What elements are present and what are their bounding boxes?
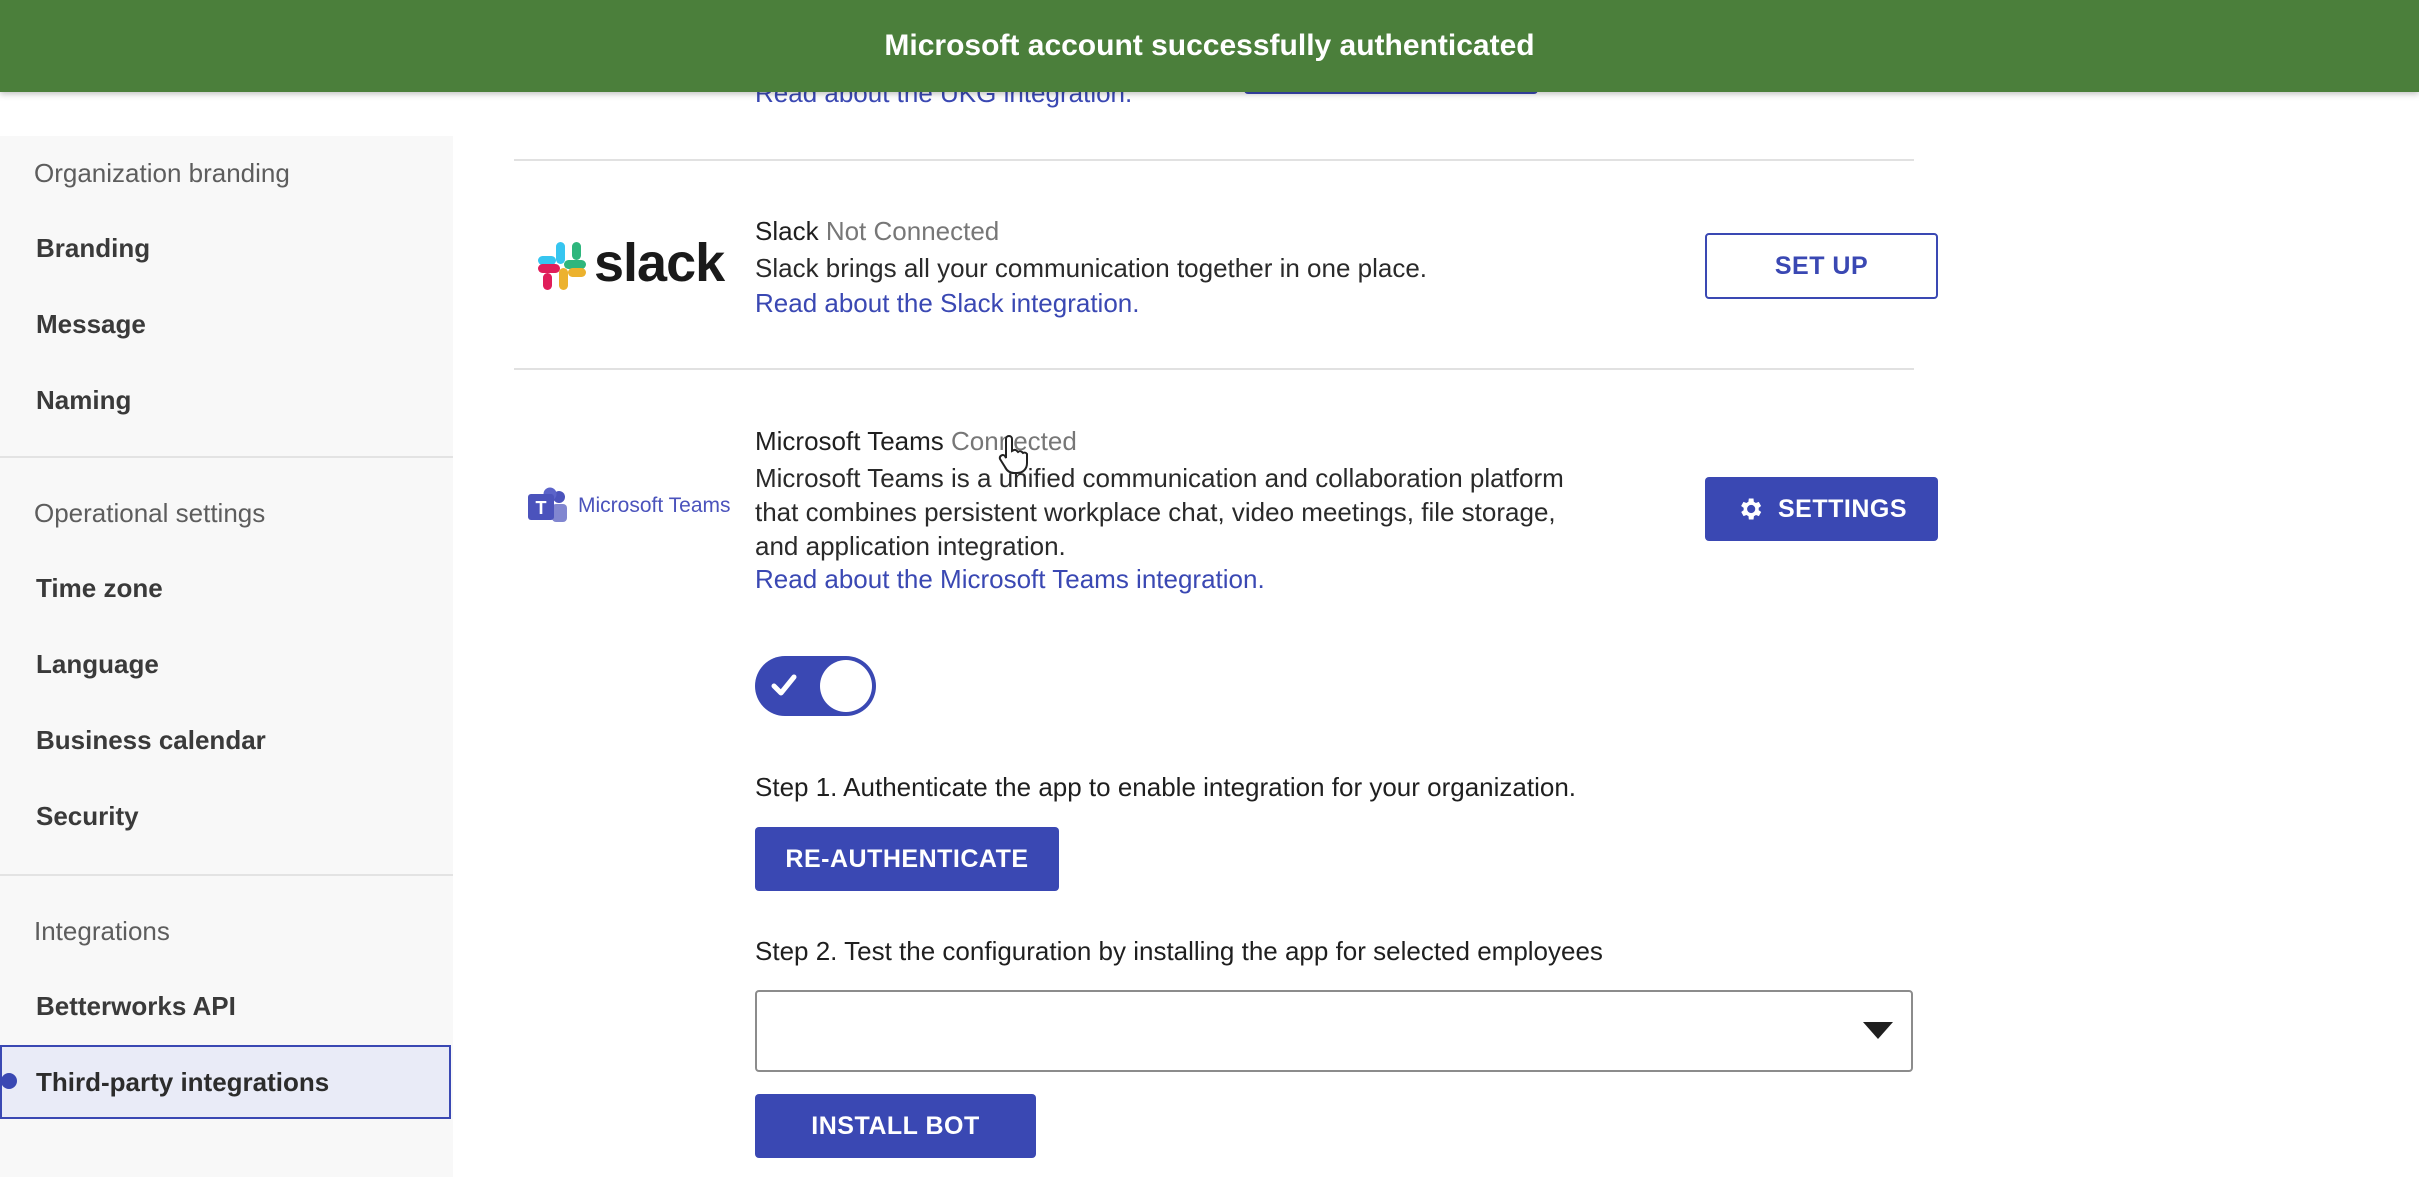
sidebar-item-naming[interactable]: Naming: [36, 385, 131, 416]
slack-logo: slack: [536, 233, 726, 294]
sidebar-divider: [0, 456, 453, 458]
teams-description-line: and application integration.: [755, 531, 1066, 561]
install-bot-button[interactable]: INSTALL BOT: [755, 1094, 1036, 1158]
slack-integration-link[interactable]: Read about the Slack integration.: [755, 288, 1139, 319]
sidebar-item-betterworks-api[interactable]: Betterworks API: [36, 991, 236, 1022]
slack-name: Slack: [755, 216, 819, 246]
sidebar-item-business-calendar[interactable]: Business calendar: [36, 725, 266, 756]
sidebar-group-operational-settings: Operational settings: [34, 498, 266, 528]
re-authenticate-button[interactable]: RE-AUTHENTICATE: [755, 827, 1059, 891]
settings-button-label: SETTINGS: [1777, 494, 1907, 523]
hand-cursor-icon: [998, 435, 1028, 474]
slack-wordmark: slack: [594, 233, 725, 293]
sidebar: Organization branding Branding Message N…: [0, 136, 453, 1177]
svg-text:T: T: [536, 498, 547, 518]
teams-name: Microsoft Teams: [755, 426, 944, 456]
slack-status: Not Connected: [825, 216, 1000, 246]
gear-icon: [1741, 498, 1762, 520]
employee-select[interactable]: [755, 990, 1913, 1072]
teams-settings-button[interactable]: SETTINGS: [1705, 477, 1938, 541]
step-1-text: Step 1. Authenticate the app to enable i…: [755, 772, 1577, 802]
caret-down-icon: [1863, 1022, 1893, 1039]
slack-description: Slack brings all your communication toge…: [755, 253, 1428, 283]
section-divider: [514, 368, 1914, 370]
sidebar-divider: [0, 874, 453, 876]
sidebar-item-label: Third-party integrations: [36, 1067, 330, 1097]
slack-title-row: Slack Not Connected: [755, 216, 999, 247]
sidebar-item-time-zone[interactable]: Time zone: [36, 573, 163, 604]
teams-description: Microsoft Teams is a unified communicati…: [755, 461, 1564, 563]
microsoft-teams-icon: T: [528, 487, 567, 522]
microsoft-teams-wordmark: Microsoft Teams: [578, 494, 731, 517]
checkmark-icon: [771, 674, 797, 696]
sidebar-item-language[interactable]: Language: [36, 649, 159, 680]
toast-message: Microsoft account successfully authentic…: [884, 29, 1535, 62]
sidebar-item-message[interactable]: Message: [36, 309, 146, 340]
toggle-knob: [820, 660, 872, 712]
teams-enable-toggle[interactable]: [755, 656, 876, 716]
sidebar-group-integrations: Integrations: [34, 916, 170, 946]
slack-icon: [538, 242, 586, 290]
sidebar-group-organization-branding: Organization branding: [34, 158, 290, 188]
teams-integration-link[interactable]: Read about the Microsoft Teams integrati…: [755, 564, 1265, 595]
microsoft-teams-logo: T Microsoft Teams: [526, 486, 736, 530]
teams-description-line: that combines persistent workplace chat,…: [755, 497, 1556, 527]
teams-description-line: Microsoft Teams is a unified communicati…: [755, 463, 1564, 493]
step-2-text: Step 2. Test the configuration by instal…: [755, 936, 1603, 966]
sidebar-item-third-party-integrations[interactable]: Third-party integrations: [0, 1045, 451, 1119]
slack-setup-button[interactable]: SET UP: [1705, 233, 1938, 299]
sidebar-item-branding[interactable]: Branding: [36, 233, 150, 264]
section-divider: [514, 159, 1914, 161]
active-indicator-dot: [1, 1073, 17, 1089]
sidebar-item-security[interactable]: Security: [36, 801, 139, 832]
success-toast: Microsoft account successfully authentic…: [0, 0, 2419, 92]
